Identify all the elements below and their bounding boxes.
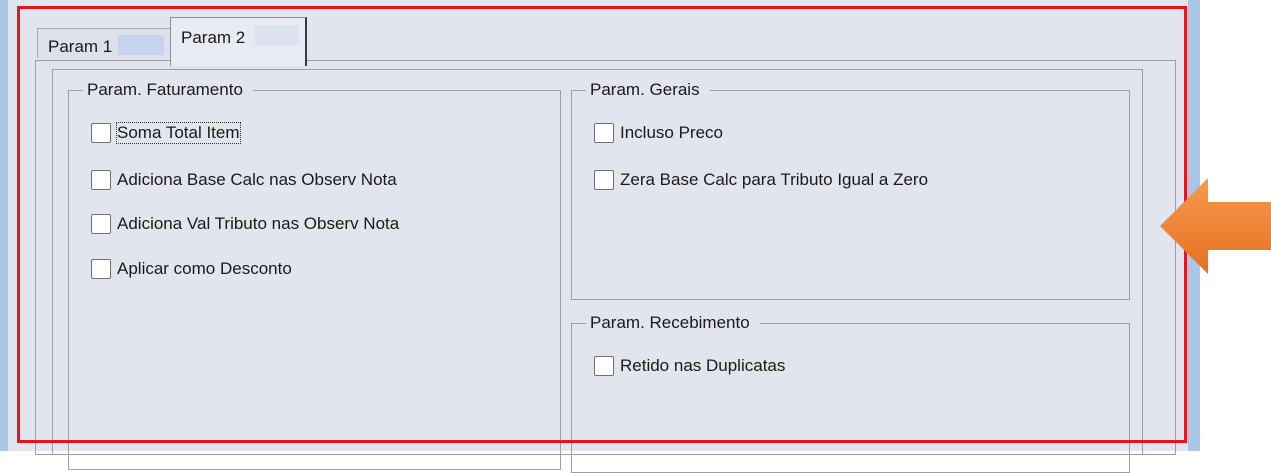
checkbox-soma-total-item[interactable]: Soma Total Item <box>91 121 241 145</box>
tab-label: Param 2 <box>181 28 246 47</box>
checkbox-label: Adiciona Base Calc nas Observ Nota <box>117 170 397 189</box>
checkbox-zera-base-calc[interactable]: Zera Base Calc para Tributo Igual a Zero <box>594 168 928 192</box>
checkbox-label: Retido nas Duplicatas <box>620 356 786 375</box>
checkbox-label: Aplicar como Desconto <box>117 259 292 278</box>
group-param-faturamento: Param. Faturamento Soma Total Item Adici… <box>68 80 561 470</box>
tab-param-1[interactable]: Param 1 <box>37 28 174 58</box>
tab-label: Param 1 <box>48 37 113 56</box>
checkbox-label: Zera Base Calc para Tributo Igual a Zero <box>620 170 929 189</box>
checkbox[interactable] <box>91 170 111 190</box>
checkbox[interactable] <box>594 170 614 190</box>
left-arrow-icon <box>1160 178 1271 274</box>
group-title: Param. Gerais <box>586 80 710 100</box>
checkbox-retido-nas-duplicatas[interactable]: Retido nas Duplicatas <box>594 354 785 378</box>
checkbox[interactable] <box>594 123 614 143</box>
checkbox-adiciona-val-tributo[interactable]: Adiciona Val Tributo nas Observ Nota <box>91 212 399 236</box>
checkbox[interactable] <box>91 123 111 143</box>
checkbox-incluso-preco[interactable]: Incluso Preco <box>594 121 723 145</box>
checkbox-label: Adiciona Val Tributo nas Observ Nota <box>117 214 400 233</box>
group-title: Param. Faturamento <box>83 80 253 100</box>
checkbox-label: Incluso Preco <box>620 123 723 142</box>
checkbox[interactable] <box>91 214 111 234</box>
checkbox-aplicar-como-desconto[interactable]: Aplicar como Desconto <box>91 257 292 281</box>
checkbox[interactable] <box>91 259 111 279</box>
group-param-gerais: Param. Gerais Incluso Preco Zera Base Ca… <box>571 80 1130 300</box>
checkbox-label: Soma Total Item <box>116 122 241 144</box>
checkbox-adiciona-base-calc[interactable]: Adiciona Base Calc nas Observ Nota <box>91 168 397 192</box>
checkbox[interactable] <box>594 356 614 376</box>
tab-param-2[interactable]: Param 2 <box>170 17 307 66</box>
group-title: Param. Recebimento <box>586 313 760 333</box>
